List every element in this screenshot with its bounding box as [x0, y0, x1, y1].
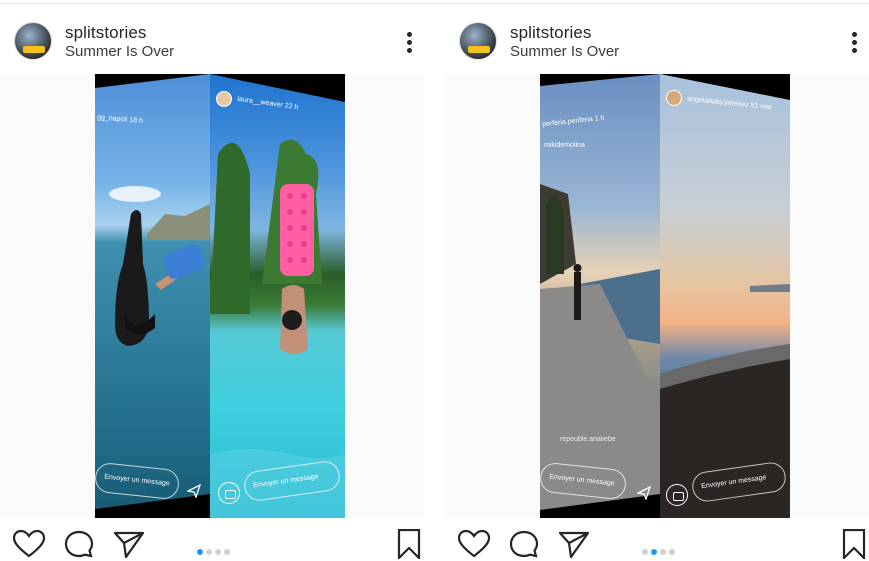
- post-actions: [0, 527, 424, 561]
- post-location[interactable]: Summer Is Over: [510, 43, 619, 60]
- story-face-right: angelababy.jimenez 51 min Envoyer un mes…: [660, 74, 790, 518]
- post-media[interactable]: perferia.periferia 1 h mikidemolina repe…: [445, 74, 869, 518]
- camera-icon[interactable]: [218, 482, 240, 504]
- heart-icon[interactable]: [457, 529, 491, 559]
- username[interactable]: splitstories: [65, 23, 147, 43]
- story-face-left: gg_napoli 18 h Envoyer un message: [95, 74, 210, 518]
- avatar[interactable]: [14, 22, 52, 60]
- story-face-right: laura__weaver 22 h Envoyer un message: [210, 74, 345, 518]
- heart-icon[interactable]: [12, 529, 46, 559]
- post-location[interactable]: Summer Is Over: [65, 43, 174, 60]
- send-icon[interactable]: [637, 486, 651, 500]
- carousel-indicator: [642, 542, 678, 555]
- camera-icon[interactable]: [666, 484, 688, 506]
- post-media[interactable]: gg_napoli 18 h Envoyer un message laura_…: [0, 74, 424, 518]
- post-header: splitstories Summer Is Over: [445, 15, 869, 67]
- more-options-icon[interactable]: [845, 29, 865, 55]
- comment-icon[interactable]: [62, 529, 96, 559]
- feed-post: splitstories Summer Is Over perferia.per…: [445, 0, 869, 561]
- send-icon[interactable]: [112, 529, 146, 559]
- post-header: splitstories Summer Is Over: [0, 15, 424, 67]
- bookmark-icon[interactable]: [392, 529, 426, 559]
- send-icon[interactable]: [557, 529, 591, 559]
- more-options-icon[interactable]: [400, 29, 420, 55]
- story-face-left: perferia.periferia 1 h mikidemolina repe…: [540, 74, 660, 518]
- story-sticker-label: repeuble.analiebe: [560, 436, 616, 443]
- story-cube-image: perferia.periferia 1 h mikidemolina repe…: [540, 74, 790, 518]
- post-actions: [445, 527, 869, 561]
- avatar[interactable]: [666, 90, 682, 106]
- carousel-indicator: [197, 542, 233, 555]
- story-username-label: mikidemolina: [544, 142, 585, 149]
- bookmark-icon[interactable]: [837, 529, 869, 559]
- feed-post: splitstories Summer Is Over gg_napoli 18…: [0, 0, 424, 561]
- send-icon[interactable]: [187, 484, 201, 498]
- username[interactable]: splitstories: [510, 23, 592, 43]
- avatar[interactable]: [459, 22, 497, 60]
- story-cube-image: gg_napoli 18 h Envoyer un message laura_…: [95, 74, 345, 518]
- avatar[interactable]: [216, 91, 232, 107]
- comment-icon[interactable]: [507, 529, 541, 559]
